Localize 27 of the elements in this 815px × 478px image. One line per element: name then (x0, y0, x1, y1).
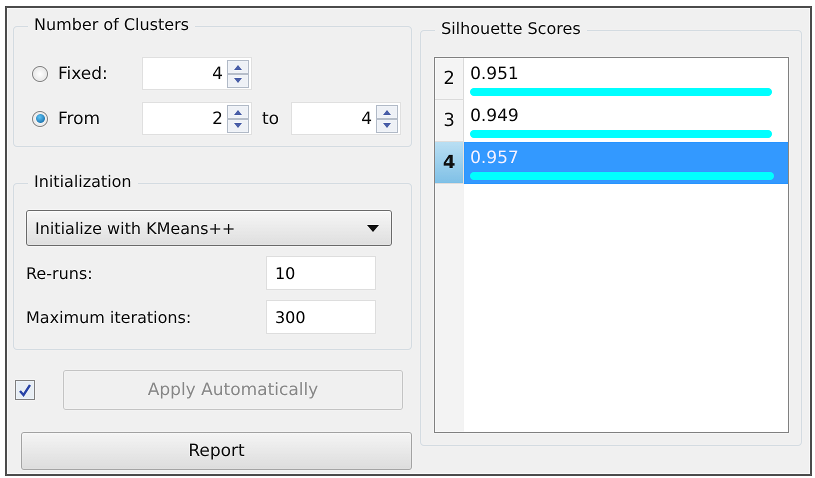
report-button[interactable]: Report (21, 432, 412, 470)
field-label: Maximum iterations: (26, 308, 192, 327)
score-cell[interactable]: 0.951 (464, 58, 788, 100)
method-dropdown[interactable]: Initialize with KMeans++ (26, 210, 392, 246)
radio-button[interactable] (32, 110, 48, 126)
field-label: Re-runs: (26, 264, 93, 283)
dropdown-arrow-icon (367, 224, 379, 232)
range-label: to (262, 108, 280, 128)
input-field[interactable]: 10 (266, 256, 376, 290)
row-header[interactable]: 3 (435, 100, 464, 142)
radio-label[interactable]: Fixed: (58, 64, 142, 84)
spin-box[interactable]: 2 (142, 102, 252, 135)
input-field[interactable]: 300 (266, 300, 376, 334)
score-value: 0.951 (470, 64, 520, 84)
score-value: 0.957 (470, 148, 520, 168)
score-list[interactable]: 2 0.951 3 0.949 4 0.957 (434, 57, 790, 433)
spin-box[interactable]: 4 (142, 57, 252, 90)
row-header[interactable]: 4 (435, 142, 464, 184)
radio-button[interactable] (32, 66, 48, 82)
spin-arrows-icon[interactable] (227, 104, 249, 132)
row-header[interactable]: 2 (435, 58, 464, 100)
spin-arrows-icon[interactable] (376, 104, 398, 132)
radio-label[interactable]: From (58, 108, 142, 128)
spin-arrows-icon[interactable] (227, 60, 249, 88)
score-value: 0.949 (470, 106, 520, 126)
spin-box[interactable]: 4 (291, 102, 402, 135)
score-cell[interactable]: 0.949 (464, 100, 788, 142)
